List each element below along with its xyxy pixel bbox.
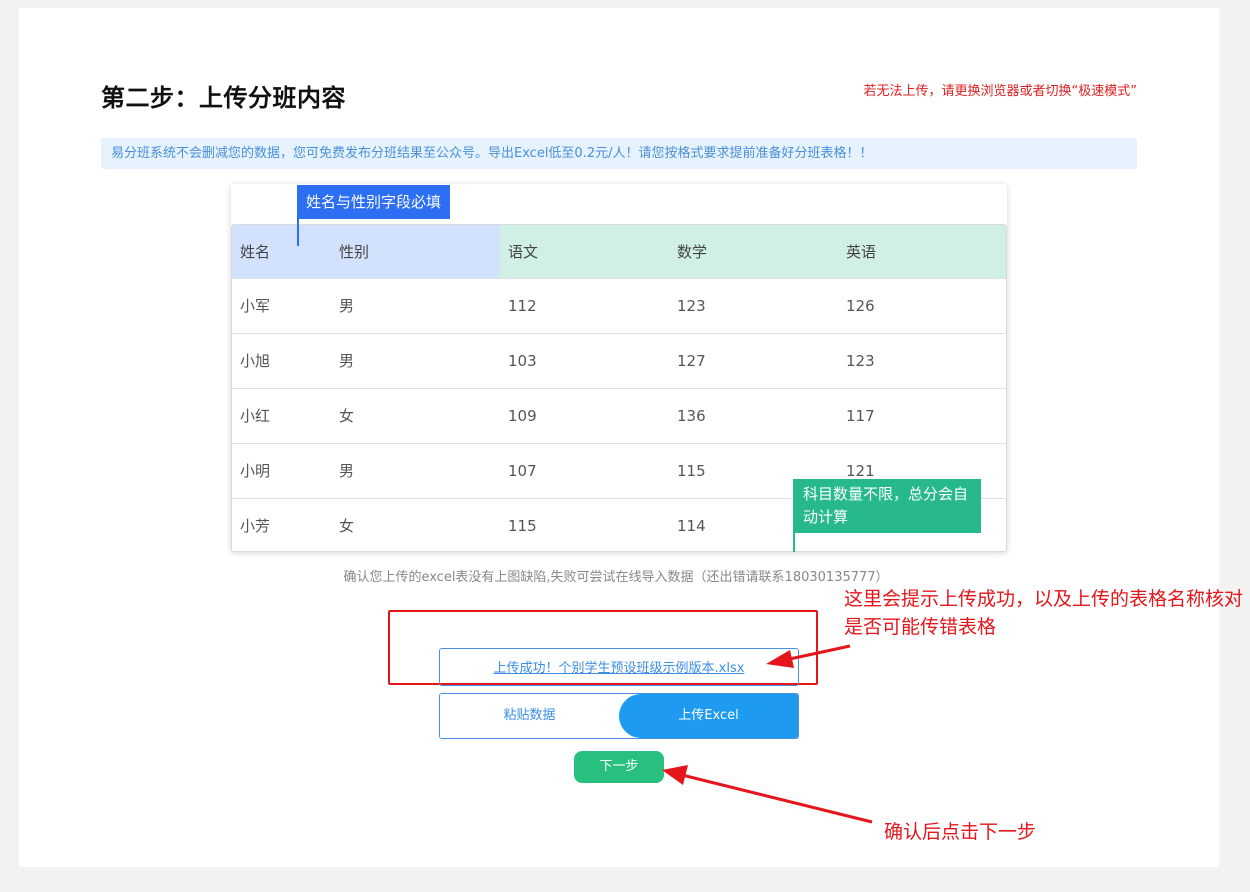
browser-hint: 若无法上传，请更换浏览器或者切换“极速模式” <box>863 84 1137 99</box>
upload-excel-button[interactable]: 上传Excel <box>619 694 798 738</box>
table-cell: 109 <box>508 407 537 425</box>
table-header-row: 姓名 性别 语文 数学 英语 <box>232 225 1006 279</box>
table-cell: 127 <box>677 352 706 370</box>
table-cell: 107 <box>508 462 537 480</box>
table-cell: 126 <box>846 297 875 315</box>
table-cell: 男 <box>339 352 355 370</box>
next-annotation: 确认后点击下一步 <box>884 821 1037 843</box>
table-cell: 117 <box>846 407 875 425</box>
table-cell: 115 <box>508 517 537 535</box>
paste-data-button[interactable]: 粘贴数据 <box>440 694 619 738</box>
subjects-callout: 科目数量不限，总分会自动计算 <box>793 479 981 533</box>
table-row: 小红 女 109 136 117 <box>232 389 1006 444</box>
table-cell: 112 <box>508 297 537 315</box>
header-cell: 英语 <box>838 225 1006 278</box>
page-title: 第二步：上传分班内容 <box>101 84 346 112</box>
table-cell: 男 <box>339 297 355 315</box>
table-cell: 女 <box>339 517 355 535</box>
confirm-note: 确认您上传的excel表没有上图缺陷,失败可尝试在线导入数据（还出错请联系180… <box>343 570 889 585</box>
table-cell: 小军 <box>240 297 271 315</box>
table-cell: 小旭 <box>240 352 271 370</box>
table-cell: 小芳 <box>240 517 271 535</box>
table-cell: 小明 <box>240 462 271 480</box>
required-callout-pointer <box>297 219 299 246</box>
next-step-button[interactable]: 下一步 <box>574 751 664 783</box>
table-cell: 136 <box>677 407 706 425</box>
upload-annotation: 这里会提示上传成功，以及上传的表格名称核对是否可能传错表格 <box>844 588 1244 638</box>
header-cell: 性别 <box>331 225 500 278</box>
upload-result-box: 上传成功！个别学生预设班级示例版本.xlsx <box>439 648 799 686</box>
table-cell: 103 <box>508 352 537 370</box>
table-cell: 女 <box>339 407 355 425</box>
required-fields-callout: 姓名与性别字段必填 <box>297 185 451 219</box>
table-row: 小军 男 112 123 126 <box>232 279 1006 334</box>
uploaded-file-link[interactable]: 上传成功！个别学生预设班级示例版本.xlsx <box>494 661 745 676</box>
header-cell: 数学 <box>669 225 838 278</box>
table-cell: 小红 <box>240 407 271 425</box>
table-row: 小旭 男 103 127 123 <box>232 334 1006 389</box>
table-cell: 123 <box>846 352 875 370</box>
header-cell: 语文 <box>500 225 669 278</box>
subjects-callout-pointer <box>793 533 795 552</box>
table-cell: 男 <box>339 462 355 480</box>
info-banner: 易分班系统不会删减您的数据，您可免费发布分班结果至公众号。导出Excel低至0.… <box>101 138 1137 169</box>
header-cell: 姓名 <box>232 225 331 278</box>
table-cell: 123 <box>677 297 706 315</box>
upload-button-group: 粘贴数据 上传Excel <box>439 693 799 739</box>
